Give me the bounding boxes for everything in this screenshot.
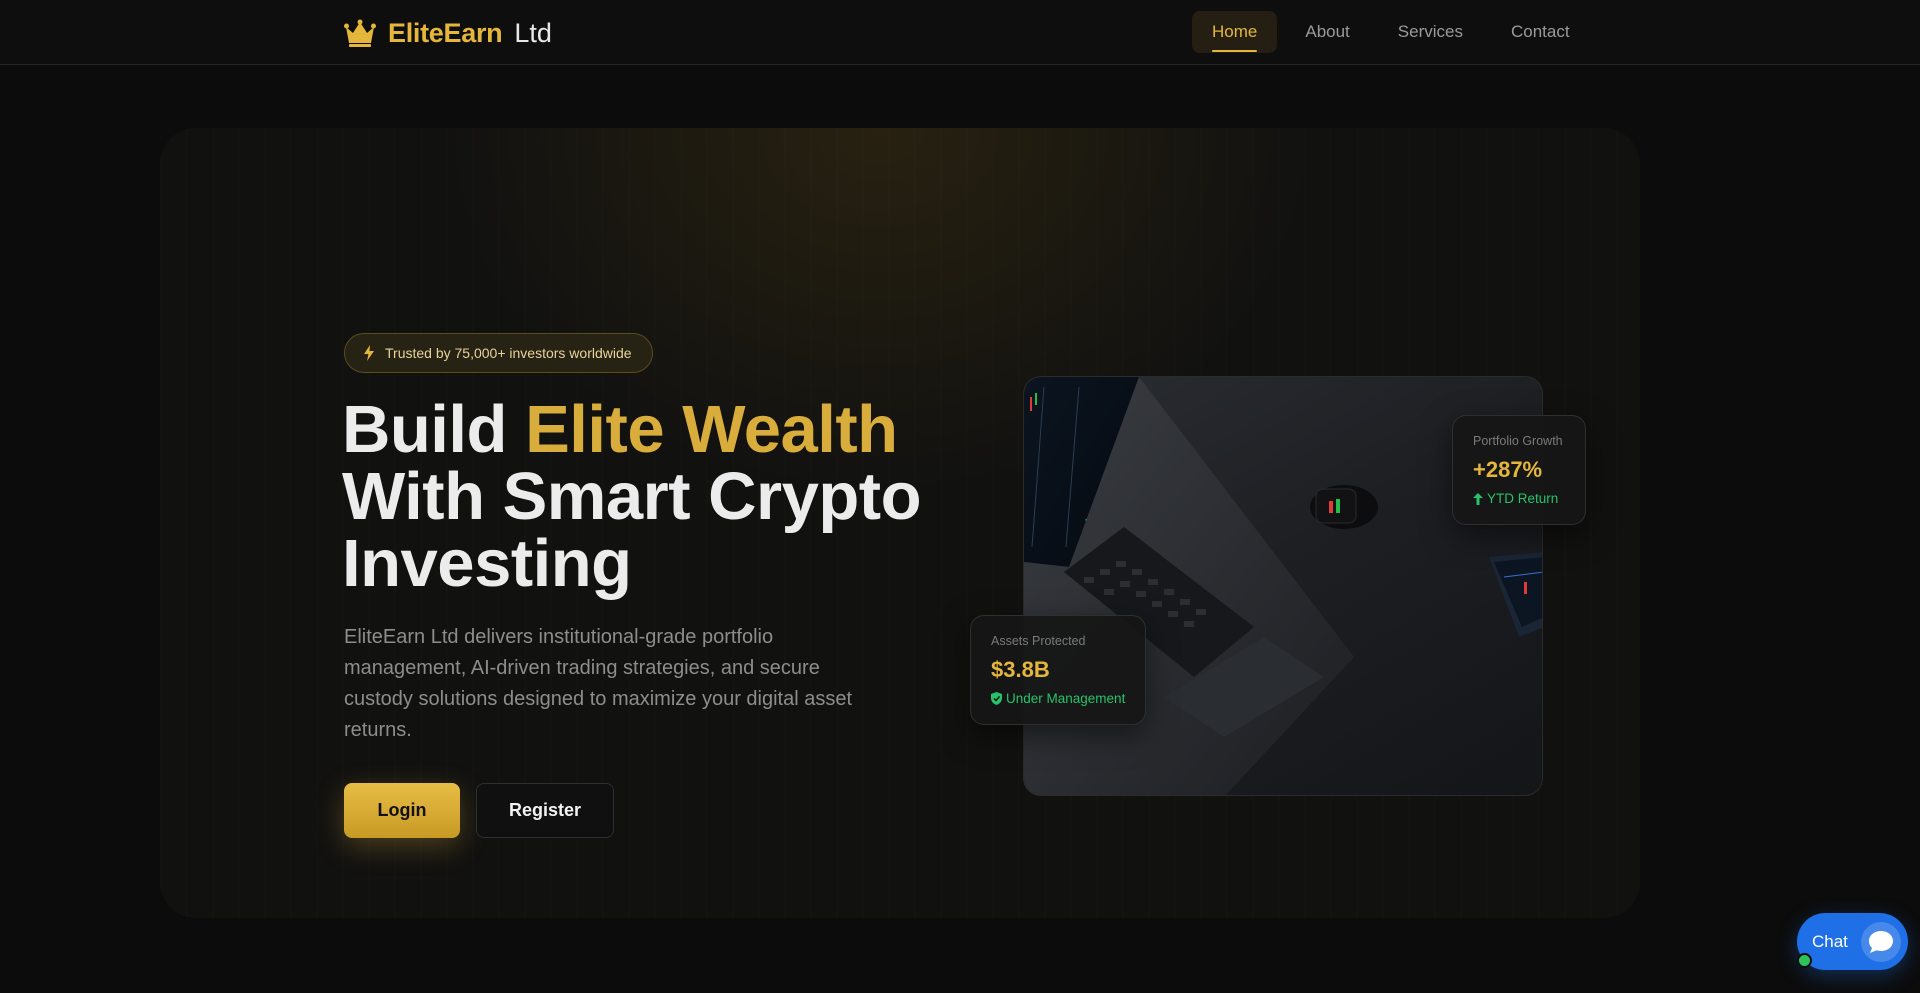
trust-badge: Trusted by 75,000+ investors worldwide bbox=[344, 333, 653, 373]
brand-logo[interactable]: EliteEarn Ltd bbox=[344, 16, 552, 50]
shield-icon bbox=[991, 692, 1002, 705]
growth-sub-text: YTD Return bbox=[1487, 491, 1559, 506]
growth-label: Portfolio Growth bbox=[1473, 434, 1563, 448]
chat-button[interactable]: Chat bbox=[1797, 913, 1908, 970]
nav-services[interactable]: Services bbox=[1378, 11, 1483, 53]
hero-description: EliteEarn Ltd delivers institutional-gra… bbox=[344, 626, 853, 741]
lightning-bolt-icon bbox=[364, 345, 374, 361]
headline-highlight: Elite Wealth bbox=[525, 392, 898, 467]
headline-prefix: Build bbox=[342, 392, 526, 467]
main-nav: Home About Services Contact bbox=[1192, 11, 1590, 53]
nav-about[interactable]: About bbox=[1285, 11, 1369, 53]
site-header: EliteEarn Ltd Home About Services Contac… bbox=[0, 0, 1920, 65]
headline-line-2: With Smart Crypto bbox=[342, 459, 922, 534]
login-button[interactable]: Login bbox=[344, 783, 460, 838]
assets-protected-card: Assets Protected $3.8B Under Management bbox=[970, 615, 1146, 725]
chat-icon-container bbox=[1861, 922, 1901, 962]
portfolio-growth-card: Portfolio Growth +287% YTD Return bbox=[1452, 415, 1586, 525]
nav-contact[interactable]: Contact bbox=[1491, 11, 1590, 53]
crown-icon bbox=[344, 19, 376, 47]
assets-label: Assets Protected bbox=[991, 634, 1086, 648]
assets-sub: Under Management bbox=[991, 691, 1125, 706]
hero-headline: Build Elite Wealth With Smart Crypto Inv… bbox=[342, 396, 962, 597]
brand-suffix: Ltd bbox=[514, 17, 552, 48]
trust-badge-text: Trusted by 75,000+ investors worldwide bbox=[385, 345, 632, 361]
growth-value: +287% bbox=[1473, 457, 1543, 482]
nav-home[interactable]: Home bbox=[1192, 11, 1278, 53]
headline-line-3: Investing bbox=[342, 526, 632, 601]
chat-bubble-icon bbox=[1869, 931, 1893, 953]
online-status-dot bbox=[1797, 953, 1812, 968]
chat-label: Chat bbox=[1812, 931, 1848, 951]
assets-value: $3.8B bbox=[991, 657, 1050, 682]
assets-sub-text: Under Management bbox=[1006, 691, 1126, 706]
register-button[interactable]: Register bbox=[476, 783, 614, 838]
arrow-up-icon bbox=[1473, 492, 1483, 505]
brand-name: EliteEarn bbox=[388, 17, 503, 48]
growth-sub: YTD Return bbox=[1473, 491, 1558, 506]
